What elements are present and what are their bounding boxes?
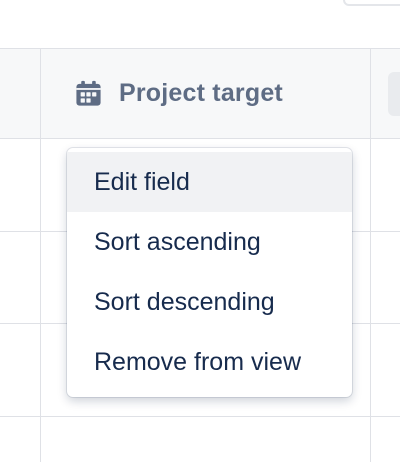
menu-item-remove-from-view[interactable]: Remove from view <box>67 332 352 392</box>
column-header-project-target[interactable]: Project target <box>41 49 370 138</box>
grid-line <box>0 416 400 417</box>
column-header-title: Project target <box>119 79 283 107</box>
grid-line <box>0 138 400 139</box>
menu-item-edit-field[interactable]: Edit field <box>67 152 352 212</box>
top-control-button[interactable] <box>343 0 400 6</box>
column-options-menu: Edit field Sort ascending Sort descendin… <box>67 148 352 397</box>
column-divider <box>370 48 371 462</box>
calendar-icon <box>74 79 103 108</box>
next-column-header[interactable] <box>388 72 400 116</box>
menu-item-sort-descending[interactable]: Sort descending <box>67 272 352 332</box>
table-view: Project target Edit field Sort ascending… <box>0 0 400 462</box>
menu-item-sort-ascending[interactable]: Sort ascending <box>67 212 352 272</box>
